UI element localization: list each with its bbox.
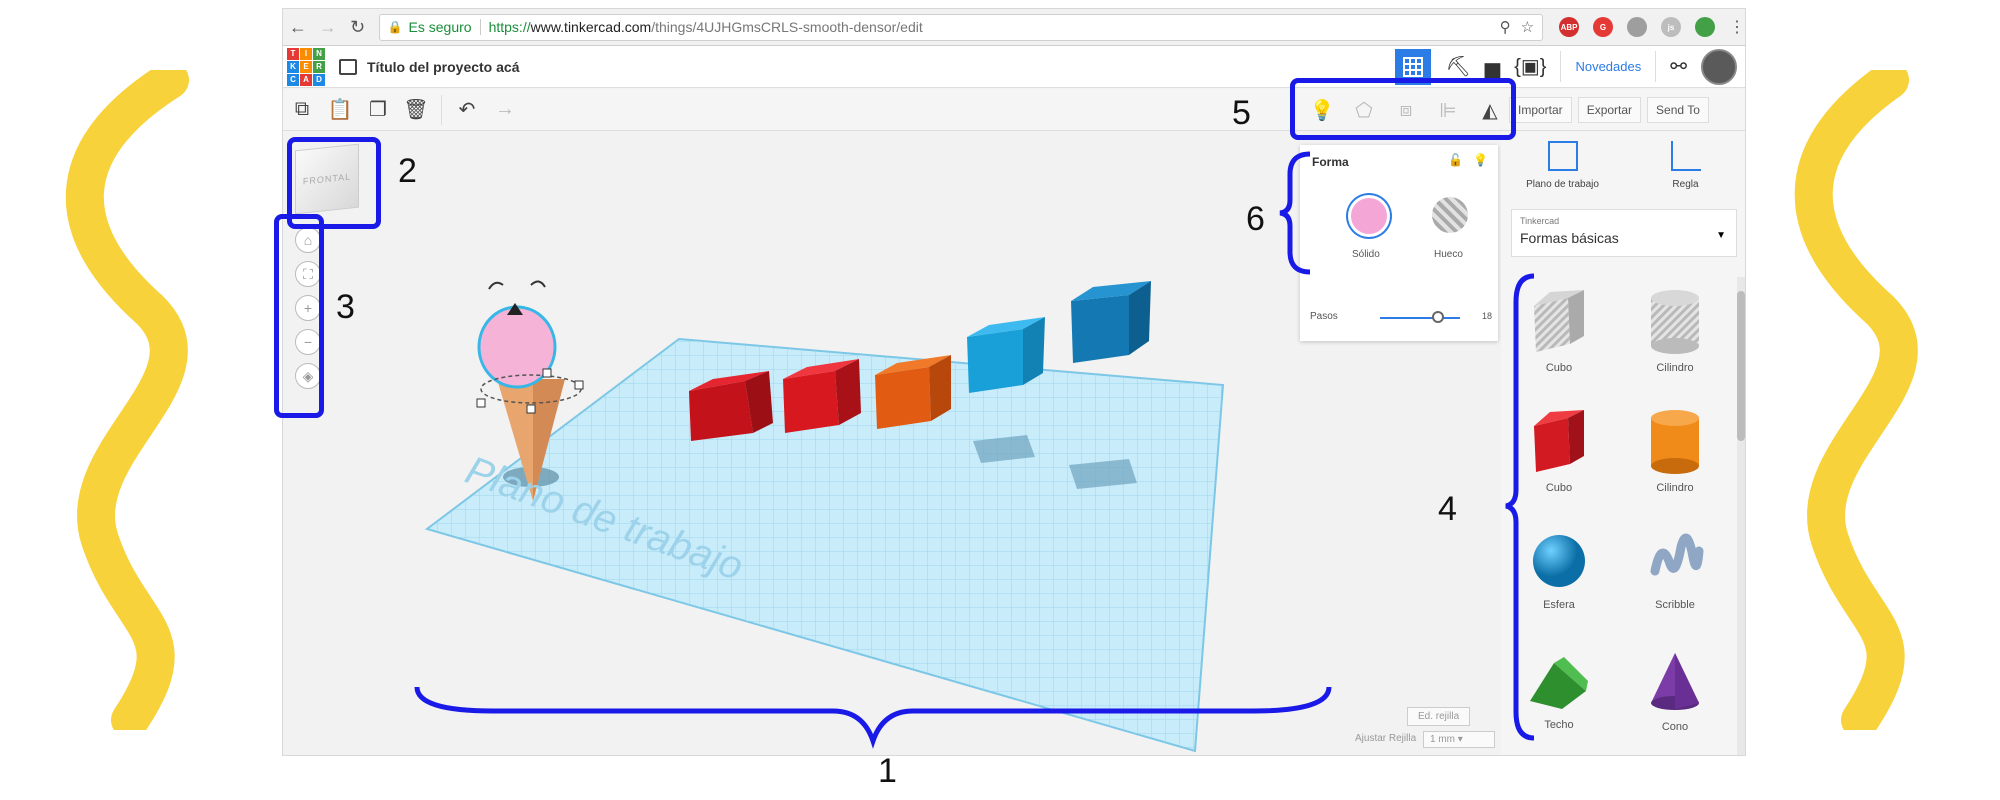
- workplane-tool-label: Plano de trabajo: [1526, 179, 1599, 190]
- extension-icon[interactable]: [1695, 17, 1716, 37]
- shape-item[interactable]: Cilindro: [1617, 391, 1733, 511]
- reload-icon[interactable]: ↻: [343, 17, 373, 38]
- cone-icon: [1651, 653, 1699, 710]
- library-scroll-thumb[interactable]: [1737, 291, 1745, 441]
- shape-name: Cono: [1661, 721, 1689, 733]
- edit-grid-button[interactable]: Ed. rejilla: [1407, 707, 1471, 726]
- category-value: Formas básicas: [1520, 230, 1619, 246]
- ruler-tool-label: Regla: [1672, 179, 1699, 190]
- annotation-brace-4: [1505, 273, 1535, 741]
- dark-blue-cube: [1071, 281, 1151, 363]
- undo-icon[interactable]: ↶: [448, 97, 486, 122]
- news-button[interactable]: Novedades: [1560, 51, 1657, 82]
- import-button[interactable]: Importar: [1509, 96, 1572, 123]
- annotation-number-6: 6: [1246, 200, 1265, 238]
- back-icon[interactable]: ←: [283, 17, 313, 38]
- ruler-tool[interactable]: Regla: [1631, 141, 1741, 190]
- shape-item[interactable]: Cono: [1617, 631, 1733, 751]
- solid-color-swatch[interactable]: [1348, 195, 1390, 237]
- orange-cylinder-icon: [1651, 410, 1699, 474]
- pickaxe-icon[interactable]: ⛏: [1445, 54, 1470, 79]
- blocks-icon[interactable]: ▅: [1485, 54, 1500, 79]
- striped-cylinder-icon: [1651, 290, 1699, 354]
- codeblocks-icon[interactable]: {▣}: [1514, 54, 1546, 79]
- url-separator: [479, 19, 481, 35]
- annotation-number-2: 2: [398, 152, 417, 190]
- steps-slider-handle[interactable]: [1432, 311, 1444, 323]
- annotation-number-3: 3: [336, 288, 355, 326]
- design-list-icon[interactable]: [339, 58, 357, 75]
- paste-icon[interactable]: 📋: [321, 97, 359, 122]
- shape-name: Esfera: [1543, 599, 1575, 611]
- url-host: www.tinkercad.com: [530, 19, 652, 35]
- left-squiggle-decoration: [65, 70, 189, 730]
- annotation-number-5: 5: [1232, 94, 1251, 132]
- chevron-down-icon: ▼: [1716, 230, 1726, 241]
- light-bulb-icon[interactable]: 💡: [1473, 153, 1488, 167]
- extension-icon[interactable]: G: [1593, 17, 1614, 37]
- project-title[interactable]: Título del proyecto acá: [367, 59, 519, 75]
- lock-icon: 🔒: [387, 20, 403, 34]
- grid-icon: [1403, 56, 1424, 77]
- add-user-icon[interactable]: ⚯: [1670, 54, 1687, 79]
- app-header: TIN KER CAD Título del proyecto acá ⛏ ▅ …: [283, 46, 1745, 88]
- snap-grid-label: Ajustar Rejilla: [1355, 733, 1417, 744]
- shape-name: Techo: [1544, 719, 1574, 731]
- duplicate-icon[interactable]: ❐: [359, 97, 397, 122]
- tinkercad-logo[interactable]: TIN KER CAD: [287, 47, 325, 86]
- workplane-icon: [1547, 141, 1578, 171]
- workplane-tool[interactable]: Plano de trabajo: [1508, 141, 1618, 190]
- shape-name: Cubo: [1545, 362, 1573, 374]
- ruler-icon: [1670, 141, 1701, 171]
- send-to-button[interactable]: Send To: [1647, 96, 1709, 123]
- shape-item[interactable]: Scribble: [1617, 511, 1733, 631]
- js-extension-icon[interactable]: js: [1661, 17, 1682, 37]
- annotation-brace-6: [1279, 151, 1311, 275]
- url-scheme: https://: [488, 19, 531, 35]
- hole-label: Hueco: [1434, 249, 1463, 260]
- scribble-icon: [1650, 533, 1704, 576]
- redo-icon[interactable]: →: [486, 98, 524, 121]
- shape-name: Cilindro: [1656, 362, 1694, 374]
- bookmark-star-icon[interactable]: ☆: [1521, 18, 1534, 36]
- steps-label: Pasos: [1310, 311, 1338, 322]
- url-path: /things/4UJHGmsCRLS-smooth-densor/edit: [651, 19, 923, 35]
- secure-label: Es seguro: [408, 19, 472, 35]
- right-squiggle-decoration: [1794, 70, 1918, 730]
- avatar[interactable]: [1701, 48, 1737, 85]
- lock-icon[interactable]: 🔓: [1448, 153, 1463, 167]
- zoom-icon[interactable]: ⚲: [1500, 18, 1511, 36]
- annotation-brace-1: [414, 686, 1332, 749]
- forward-icon[interactable]: →: [313, 17, 343, 38]
- adblock-extension-icon[interactable]: ABP: [1559, 17, 1580, 37]
- address-bar[interactable]: 🔒 Es seguro https:// www.tinkercad.com /…: [378, 13, 1544, 41]
- steps-value: 18: [1482, 311, 1493, 321]
- hole-swatch[interactable]: [1432, 197, 1468, 233]
- annotation-box-3: [274, 214, 324, 418]
- annotation-box-5: [1290, 78, 1516, 140]
- snap-grid-select[interactable]: 1 mm ▾: [1423, 731, 1495, 748]
- browser-menu-icon[interactable]: ⋮: [1729, 17, 1745, 37]
- shape-name: Cubo: [1545, 482, 1573, 494]
- export-button[interactable]: Exportar: [1577, 96, 1642, 123]
- delete-icon[interactable]: 🗑: [397, 97, 435, 122]
- shape-inspector: Forma 🔓 💡 Sólido Hueco Pasos 18: [1300, 145, 1498, 341]
- shape-name: Cilindro: [1656, 482, 1694, 494]
- shape-item[interactable]: Cilindro: [1617, 271, 1733, 391]
- annotation-number-1: 1: [878, 752, 897, 790]
- toolbar-divider: [441, 94, 442, 125]
- shape-name: Scribble: [1655, 599, 1695, 611]
- steps-slider-track[interactable]: [1380, 317, 1460, 319]
- annotation-number-4: 4: [1438, 490, 1457, 528]
- solid-label: Sólido: [1352, 249, 1380, 260]
- category-source: Tinkercad: [1520, 216, 1560, 226]
- browser-bar: ← → ↻ 🔒 Es seguro https:// www.tinkercad…: [283, 9, 1745, 46]
- copy-icon[interactable]: ⧉: [283, 98, 321, 121]
- file-actions: Importar Exportar Send To: [1501, 89, 1745, 131]
- shape-category-select[interactable]: Tinkercad Formas básicas ▼: [1511, 209, 1737, 257]
- snap-grid-value: 1 mm: [1430, 734, 1455, 745]
- extension-icon[interactable]: [1627, 17, 1648, 37]
